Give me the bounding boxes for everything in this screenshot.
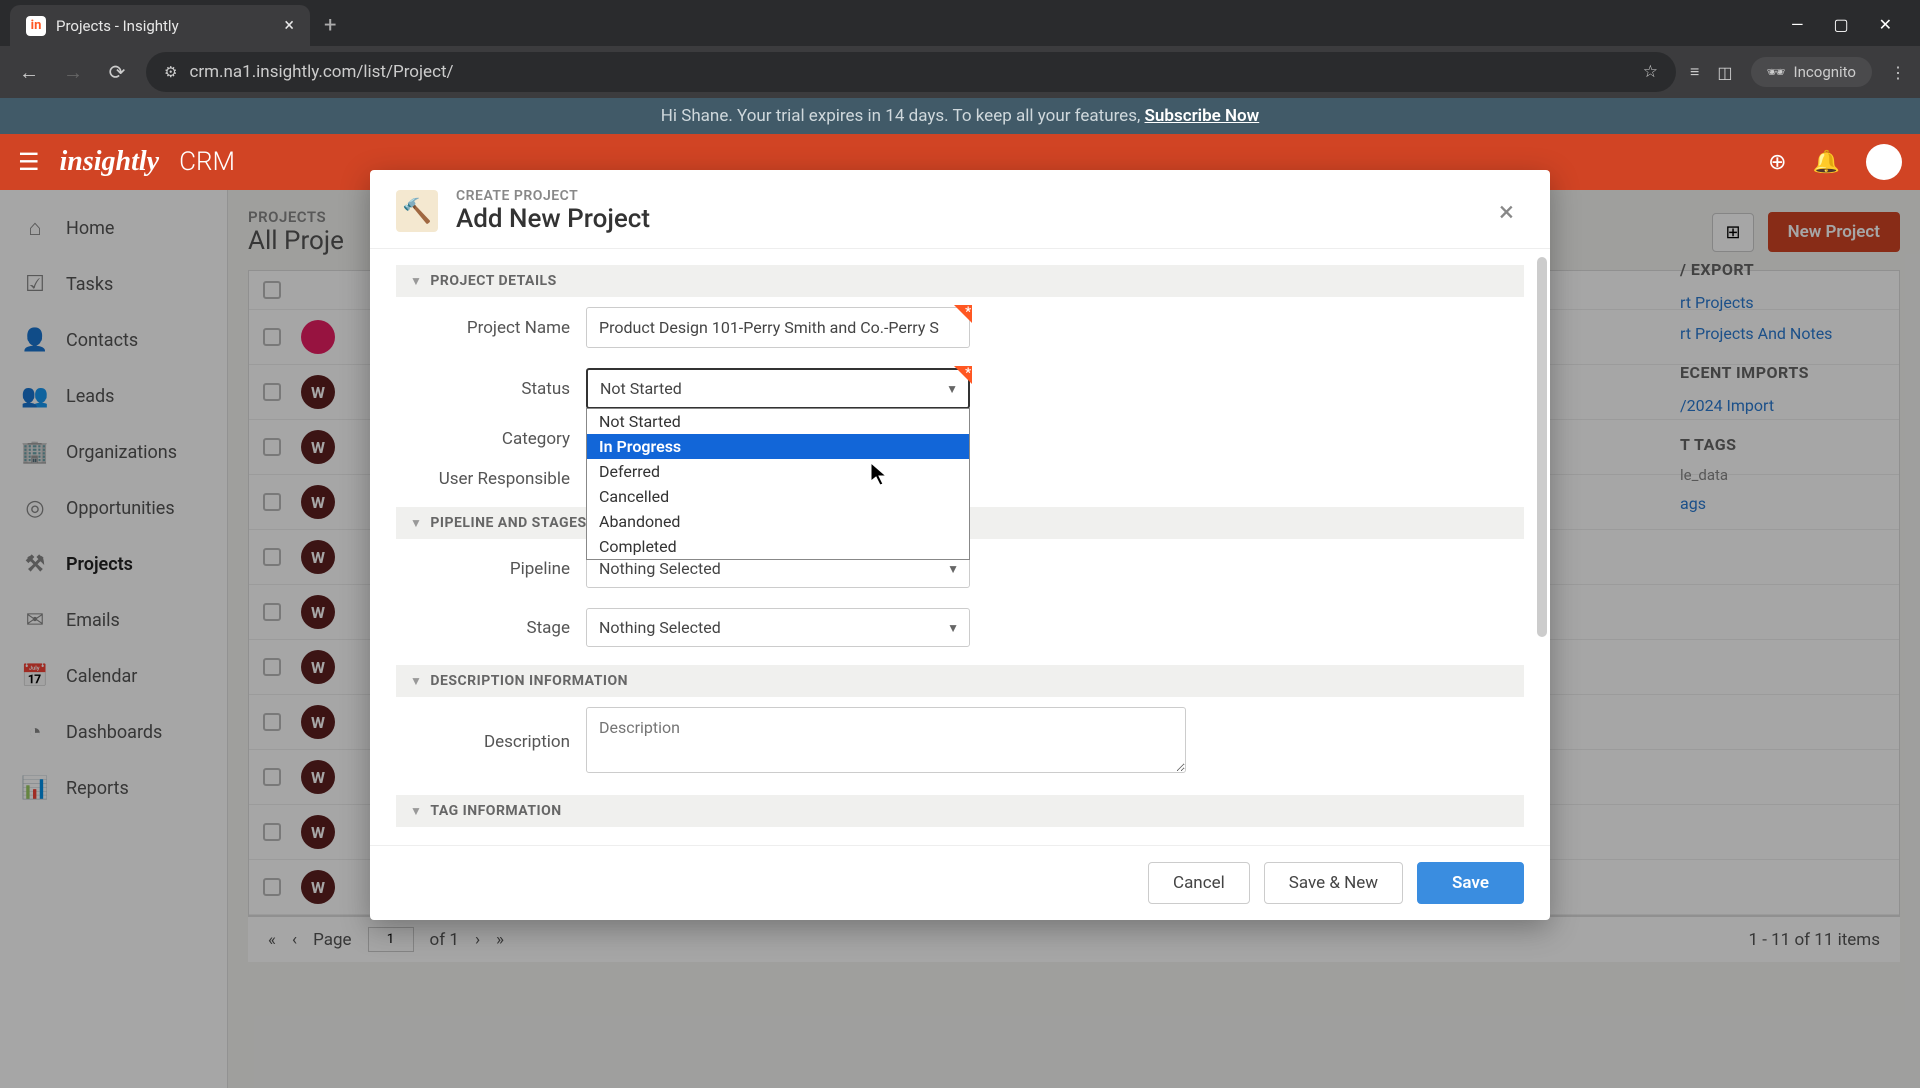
chevron-down-icon: ▼ xyxy=(410,674,422,688)
description-textarea[interactable] xyxy=(586,707,1186,773)
address-bar: ← → ⟳ ⚙ crm.na1.insightly.com/list/Proje… xyxy=(0,46,1920,98)
status-option-in-progress[interactable]: In Progress xyxy=(587,434,969,459)
category-label: Category xyxy=(410,429,586,449)
tab-close-icon[interactable]: × xyxy=(284,15,294,36)
modal-scrollbar[interactable] xyxy=(1537,257,1547,677)
modal-footer: Cancel Save & New Save xyxy=(370,845,1550,920)
minimize-icon[interactable]: — xyxy=(1791,15,1804,34)
chevron-down-icon: ▼ xyxy=(947,562,959,576)
avatar-icon[interactable] xyxy=(1866,144,1902,180)
browser-menu-icon[interactable]: ⋮ xyxy=(1890,63,1906,82)
section-project-details[interactable]: ▼ PROJECT DETAILS xyxy=(396,265,1524,297)
modal-body: ▼ PROJECT DETAILS Project Name Status No… xyxy=(370,249,1550,845)
new-tab-button[interactable]: + xyxy=(310,5,350,46)
notifications-icon[interactable]: 🔔 xyxy=(1813,150,1840,175)
url-input[interactable]: ⚙ crm.na1.insightly.com/list/Project/ ☆ xyxy=(146,52,1676,92)
save-button[interactable]: Save xyxy=(1417,862,1524,904)
browser-tab-strip: in Projects - Insightly × + — ▢ ✕ xyxy=(0,0,1920,46)
tab-favicon-icon: in xyxy=(26,16,46,36)
chevron-down-icon: ▼ xyxy=(947,621,959,635)
pipeline-label: Pipeline xyxy=(410,559,586,579)
section-tags[interactable]: ▼ TAG INFORMATION xyxy=(396,795,1524,827)
incognito-icon: 🕶 xyxy=(1767,63,1786,81)
tab-title: Projects - Insightly xyxy=(56,17,179,35)
required-icon xyxy=(954,305,972,323)
close-window-icon[interactable]: ✕ xyxy=(1879,15,1892,34)
subscribe-link[interactable]: Subscribe Now xyxy=(1145,106,1260,126)
chevron-down-icon: ▼ xyxy=(410,274,422,288)
project-name-label: Project Name xyxy=(410,318,586,338)
window-controls: — ▢ ✕ xyxy=(1791,15,1910,46)
status-option-abandoned[interactable]: Abandoned xyxy=(587,509,969,534)
add-project-modal: 🔨 CREATE PROJECT Add New Project × ▼ PRO… xyxy=(370,170,1550,920)
add-icon[interactable]: ⊕ xyxy=(1768,150,1786,175)
reload-button[interactable]: ⟳ xyxy=(102,57,132,87)
browser-tab[interactable]: in Projects - Insightly × xyxy=(10,5,310,46)
cancel-button[interactable]: Cancel xyxy=(1148,862,1250,904)
status-option-not-started[interactable]: Not Started xyxy=(587,409,969,434)
maximize-icon[interactable]: ▢ xyxy=(1833,15,1848,34)
url-text: crm.na1.insightly.com/list/Project/ xyxy=(189,62,453,82)
status-option-completed[interactable]: Completed xyxy=(587,534,969,559)
user-responsible-label: User Responsible xyxy=(410,469,586,489)
status-label: Status xyxy=(410,379,586,399)
modal-eyebrow: CREATE PROJECT xyxy=(456,188,650,204)
project-icon: 🔨 xyxy=(396,190,438,232)
modal-header: 🔨 CREATE PROJECT Add New Project × xyxy=(370,170,1550,249)
modal-close-button[interactable]: × xyxy=(1489,191,1524,232)
back-button[interactable]: ← xyxy=(14,57,44,87)
status-select[interactable]: Not Started ▼ xyxy=(586,368,970,409)
description-label: Description xyxy=(410,732,586,752)
incognito-badge: 🕶 Incognito xyxy=(1751,57,1873,87)
logo: insightly xyxy=(60,146,160,178)
status-option-deferred[interactable]: Deferred xyxy=(587,459,969,484)
site-settings-icon[interactable]: ⚙ xyxy=(164,63,177,81)
hamburger-icon[interactable]: ☰ xyxy=(18,148,40,176)
chevron-down-icon: ▼ xyxy=(410,804,422,818)
forward-button[interactable]: → xyxy=(58,57,88,87)
trial-banner: Hi Shane. Your trial expires in 14 days.… xyxy=(0,98,1920,134)
stage-label: Stage xyxy=(410,618,586,638)
stage-select[interactable]: Nothing Selected ▼ xyxy=(586,608,970,647)
chevron-down-icon: ▼ xyxy=(410,516,422,530)
modal-title: Add New Project xyxy=(456,204,650,234)
status-dropdown: Not Started In Progress Deferred Cancell… xyxy=(586,408,970,560)
bookmark-icon[interactable]: ☆ xyxy=(1643,62,1658,82)
section-description[interactable]: ▼ DESCRIPTION INFORMATION xyxy=(396,665,1524,697)
required-icon xyxy=(954,366,972,384)
side-panel-icon[interactable]: ◫ xyxy=(1717,63,1732,82)
product-label: CRM xyxy=(179,147,235,177)
status-option-cancelled[interactable]: Cancelled xyxy=(587,484,969,509)
extensions-icon[interactable]: ≡ xyxy=(1690,62,1699,82)
project-name-input[interactable] xyxy=(586,307,970,348)
save-and-new-button[interactable]: Save & New xyxy=(1264,862,1403,904)
